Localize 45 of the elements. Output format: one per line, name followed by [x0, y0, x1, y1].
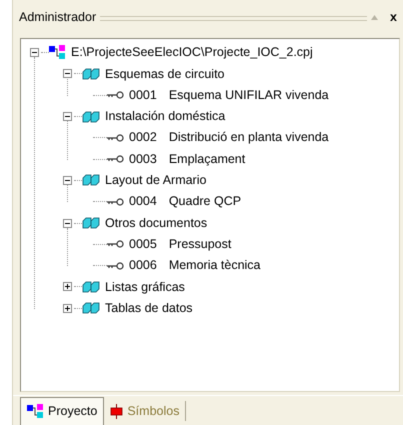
symbol-icon [110, 404, 124, 418]
tree-item[interactable]: Otros documentos [105, 214, 208, 232]
document-number: 0006 [129, 257, 157, 274]
tree-item[interactable]: Tablas de datos [105, 298, 193, 318]
tab[interactable]: Símbolos [104, 401, 186, 421]
tree-item[interactable]: Emplaçament [168, 150, 246, 168]
key-icon [107, 134, 124, 142]
document-number: 0005 [129, 236, 157, 253]
close-button[interactable]: x [390, 8, 397, 27]
key-icon [107, 91, 124, 100]
expand-icon[interactable] [62, 282, 72, 292]
tree-item[interactable]: Quadre QCP [168, 192, 242, 212]
tree-item[interactable]: Listas gráficas [105, 278, 185, 296]
collapse-icon[interactable] [62, 218, 72, 228]
collapse-icon[interactable] [62, 112, 72, 122]
tree-item[interactable]: Layout de Armario [105, 171, 206, 190]
tree-item[interactable]: Memoria tècnica [168, 256, 261, 275]
books-icon [82, 68, 100, 80]
tree-item[interactable]: Esquema UNIFILAR vivenda [168, 86, 329, 105]
tree-item[interactable]: Instalación doméstica [105, 107, 226, 126]
books-icon [82, 174, 100, 186]
project-icon [49, 45, 66, 60]
key-icon [107, 155, 124, 164]
books-icon [82, 110, 100, 123]
books-icon [82, 280, 100, 293]
document-number: 0004 [129, 193, 157, 210]
tree-item[interactable]: Distribució en planta vivenda [168, 128, 329, 148]
document-number: 0001 [129, 86, 157, 104]
document-number: 0003 [129, 150, 157, 168]
key-icon [107, 240, 124, 248]
project-icon [27, 404, 44, 419]
key-icon [107, 262, 124, 270]
panel-title: Administrador [19, 9, 96, 26]
books-icon [82, 302, 100, 314]
key-icon [107, 198, 124, 206]
tree-item[interactable]: Esquemas de circuito [105, 64, 225, 84]
collapse-icon[interactable] [62, 176, 72, 185]
tree-item[interactable]: Pressupost [168, 234, 232, 254]
tree-item[interactable]: E:\ProjecteSeeElecIOC\Projecte_IOC_2.cpj [71, 43, 313, 62]
document-number: 0002 [129, 129, 157, 146]
expand-icon[interactable] [62, 304, 72, 313]
collapse-icon[interactable] [30, 48, 38, 58]
collapse-icon[interactable] [62, 69, 72, 78]
books-icon [82, 217, 100, 230]
tab[interactable]: Proyecto [20, 397, 104, 425]
